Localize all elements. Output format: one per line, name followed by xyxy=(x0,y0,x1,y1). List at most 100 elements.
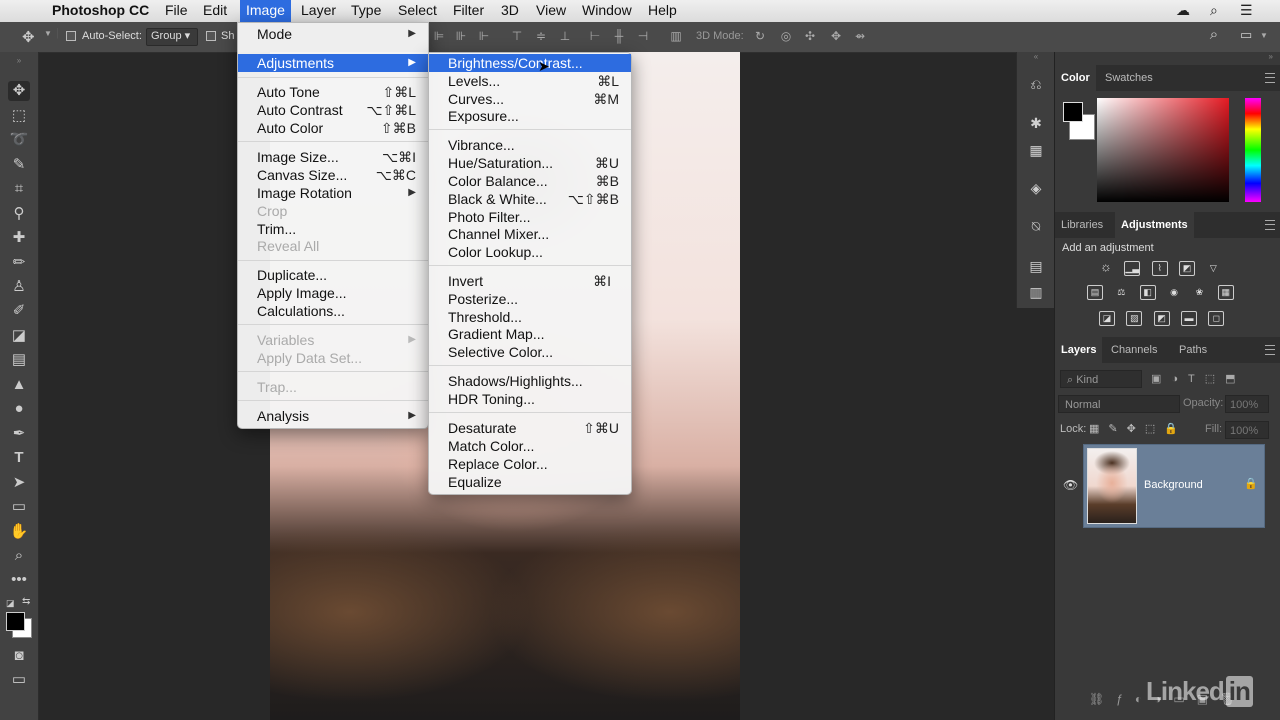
opacity-field[interactable]: 100% xyxy=(1225,395,1269,413)
threshold-icon[interactable]: ◩ xyxy=(1153,311,1170,326)
black-white-icon[interactable]: ◧ xyxy=(1139,285,1156,300)
exposure-icon[interactable]: ◩ xyxy=(1179,261,1196,276)
curves-icon[interactable]: ⌇ xyxy=(1151,261,1168,276)
vibrance-icon[interactable]: ▽ xyxy=(1206,262,1220,275)
quick-select-tool-icon[interactable]: ✎ xyxy=(8,155,30,175)
history-icon[interactable]: ⎌ xyxy=(1026,76,1046,94)
screen-mode-icon[interactable]: ▭ xyxy=(8,670,30,690)
menu-item-auto-contrast[interactable]: Auto Contrast ⌥⇧⌘L xyxy=(238,101,428,119)
hue-saturation-icon[interactable]: ▤ xyxy=(1087,285,1103,300)
menu-item-analysis[interactable]: Analysis ▶ xyxy=(238,407,428,425)
menu-item-shadows-highlights[interactable]: Shadows/Highlights... xyxy=(429,372,631,390)
creative-cloud-icon[interactable]: ☁ xyxy=(1176,0,1190,22)
menu-item-invert[interactable]: Invert ⌘I xyxy=(429,272,631,290)
levels-icon[interactable]: ▁▃ xyxy=(1124,261,1141,276)
menu-type[interactable]: Type xyxy=(345,0,387,22)
distribute-left-icon[interactable]: ⊢ xyxy=(589,30,601,42)
menu-item-match-color[interactable]: Match Color... xyxy=(429,437,631,455)
menu-item-image-size[interactable]: Image Size... ⌥⌘I xyxy=(238,148,428,166)
pen-tool-icon[interactable]: ✒ xyxy=(8,424,30,444)
menu-item-curves[interactable]: Curves... ⌘M xyxy=(429,90,631,108)
app-menu[interactable]: Photoshop CC xyxy=(46,0,155,22)
notification-center-icon[interactable]: ☰ xyxy=(1240,0,1253,22)
menu-item-apply-image[interactable]: Apply Image... xyxy=(238,284,428,302)
menu-layer[interactable]: Layer xyxy=(295,0,342,22)
swap-colors-icon[interactable]: ⇆ xyxy=(22,596,30,607)
menu-item-brightness-contrast[interactable]: Brightness/Contrast... xyxy=(429,54,631,72)
menu-item-desaturate[interactable]: Desaturate ⇧⌘U xyxy=(429,419,631,437)
menu-item-replace-color[interactable]: Replace Color... xyxy=(429,455,631,473)
color-spectrum-field[interactable] xyxy=(1097,98,1229,202)
menu-item-exposure[interactable]: Exposure... xyxy=(429,107,631,125)
posterize-icon[interactable]: ▨ xyxy=(1126,311,1143,326)
healing-brush-tool-icon[interactable]: ✚ xyxy=(8,228,30,248)
menu-item-black-white[interactable]: Black & White... ⌥⇧⌘B xyxy=(429,190,631,208)
auto-select-checkbox[interactable] xyxy=(66,30,76,42)
menu-view[interactable]: View xyxy=(530,0,572,22)
menu-item-auto-color[interactable]: Auto Color ⇧⌘B xyxy=(238,119,428,137)
tab-paths[interactable]: Paths xyxy=(1173,337,1213,363)
quick-mask-icon[interactable]: ◙ xyxy=(8,646,30,666)
default-colors-icon[interactable]: ◪ xyxy=(6,598,15,609)
collapse-icon[interactable]: « xyxy=(1017,52,1055,64)
lock-icons[interactable]: ▦✎✥⬚🔒 xyxy=(1089,422,1187,435)
workspace-icon[interactable]: ▭ xyxy=(1240,28,1252,41)
menu-item-levels[interactable]: Levels... ⌘L xyxy=(429,72,631,90)
eyedropper-tool-icon[interactable]: ⚲ xyxy=(8,204,30,224)
align-right-icon[interactable]: ⊩ xyxy=(478,30,490,42)
menu-item-mode[interactable]: Mode ▶ xyxy=(238,25,428,43)
distribute-hcenter-icon[interactable]: ╫ xyxy=(613,30,625,42)
distribute-right-icon[interactable]: ⊣ xyxy=(637,30,649,42)
layer-row-background[interactable]: Background 🔒 xyxy=(1083,444,1265,528)
history-brush-tool-icon[interactable]: ✐ xyxy=(8,301,30,321)
brushes-icon[interactable]: ▦ xyxy=(1026,142,1046,160)
tab-adjustments[interactable]: Adjustments xyxy=(1115,212,1194,238)
menu-item-posterize[interactable]: Posterize... xyxy=(429,290,631,308)
menu-item-vibrance[interactable]: Vibrance... xyxy=(429,136,631,154)
menu-item-threshold[interactable]: Threshold... xyxy=(429,308,631,326)
marquee-tool-icon[interactable]: ⬚ xyxy=(8,106,30,126)
tab-layers[interactable]: Layers xyxy=(1055,337,1103,363)
collapse-icon[interactable]: » xyxy=(8,56,30,66)
menu-item-gradient-map[interactable]: Gradient Map... xyxy=(429,325,631,343)
panel-menu-icon[interactable] xyxy=(1265,345,1275,355)
visibility-eye-icon[interactable]: 👁 xyxy=(1063,478,1078,492)
3d-pan-icon[interactable]: ✣ xyxy=(804,30,816,42)
menu-item-duplicate[interactable]: Duplicate... xyxy=(238,266,428,284)
menu-file[interactable]: File xyxy=(159,0,194,22)
character-icon[interactable]: ⍉ xyxy=(1026,218,1046,236)
tab-channels[interactable]: Channels xyxy=(1105,337,1163,363)
brush-tool-icon[interactable]: ✏ xyxy=(8,253,30,273)
move-tool-icon[interactable]: ✥ xyxy=(8,81,30,101)
chevron-down-icon[interactable]: ▼ xyxy=(1258,30,1270,42)
tab-libraries[interactable]: Libraries xyxy=(1055,212,1109,238)
panel-menu-icon[interactable] xyxy=(1265,73,1275,83)
color-lookup-icon[interactable]: ▦ xyxy=(1217,285,1234,300)
menu-item-auto-tone[interactable]: Auto Tone ⇧⌘L xyxy=(238,83,428,101)
path-selection-tool-icon[interactable]: ➤ xyxy=(8,473,30,493)
rectangle-tool-icon[interactable]: ▭ xyxy=(8,497,30,517)
zoom-tool-icon[interactable]: ⌕ xyxy=(8,546,30,566)
gradient-tool-icon[interactable]: ▤ xyxy=(8,350,30,370)
chevron-down-icon[interactable]: ▼ xyxy=(44,29,52,38)
crop-tool-icon[interactable]: ⌗ xyxy=(8,179,30,199)
spotlight-search-icon[interactable]: ⌕ xyxy=(1210,0,1218,22)
tab-color[interactable]: Color xyxy=(1055,65,1096,91)
lasso-tool-icon[interactable]: ➰ xyxy=(8,130,30,150)
3d-slide-icon[interactable]: ✥ xyxy=(830,30,842,42)
3d-orbit-icon[interactable]: ↻ xyxy=(754,30,766,42)
clone-stamp-tool-icon[interactable]: ♙ xyxy=(8,277,30,297)
menu-item-canvas-size[interactable]: Canvas Size... ⌥⌘C xyxy=(238,166,428,184)
photo-filter-icon[interactable]: ◉ xyxy=(1167,286,1181,299)
hue-slider[interactable] xyxy=(1245,98,1261,202)
hand-tool-icon[interactable]: ✋ xyxy=(8,522,30,542)
menu-item-calculations[interactable]: Calculations... xyxy=(238,302,428,320)
invert-icon[interactable]: ◪ xyxy=(1099,311,1115,326)
clone-source-icon[interactable]: ◈ xyxy=(1026,180,1046,198)
menu-item-color-balance[interactable]: Color Balance... ⌘B xyxy=(429,172,631,190)
menu-filter[interactable]: Filter xyxy=(447,0,490,22)
align-left-icon[interactable]: ⊫ xyxy=(433,30,445,42)
notes-icon[interactable]: ▥ xyxy=(1026,284,1046,302)
color-balance-icon[interactable]: ⚖ xyxy=(1114,286,1128,299)
menu-item-image-rotation[interactable]: Image Rotation ▶ xyxy=(238,184,428,202)
